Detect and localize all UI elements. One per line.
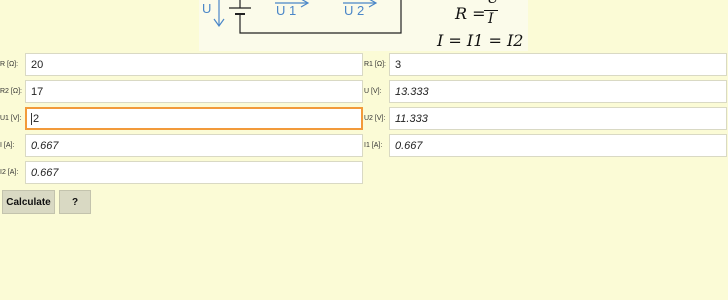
text-cursor [31,112,32,125]
help-button[interactable]: ? [59,190,91,214]
r-input[interactable]: 20 [25,53,363,76]
r1-label: R1 [Ω]: [364,61,386,68]
formula-r-lhs: R = [455,4,486,23]
voltage-u1-label: U 1 [276,3,296,18]
i2-label: I2 [A]: [0,169,19,176]
voltage-u2-label: U 2 [344,3,364,18]
r-value: 20 [31,58,44,71]
u2-value: 11.333 [395,112,428,125]
i1-value: 0.667 [395,139,423,152]
formula-numerator: U [487,0,499,7]
u1-input[interactable]: 2 [25,107,363,130]
i-value: 0.667 [31,139,59,152]
r1-value: 3 [395,58,402,71]
u2-label: U2 [V]: [364,115,386,122]
r2-value: 17 [31,85,44,98]
voltage-u-label: U [202,1,211,16]
i2-output[interactable]: 0.667 [25,161,363,184]
circuit-diagram: U U 1 U 2 R = U I I = I1 = I2 [199,0,528,51]
u1-label: U1 [V]: [0,115,22,122]
circuit-wire [239,0,402,34]
u-output[interactable]: 13.333 [389,80,727,103]
i1-output[interactable]: 0.667 [389,134,727,157]
i-label: I [A]: [0,142,15,149]
r1-input[interactable]: 3 [389,53,727,76]
u1-value: 2 [33,112,40,125]
i2-value: 0.667 [31,166,59,179]
r-label: R [Ω]: [0,61,19,68]
calculate-button[interactable]: Calculate [2,190,55,214]
u2-output[interactable]: 11.333 [389,107,727,130]
formula-denominator: I [488,11,494,27]
i-output[interactable]: 0.667 [25,134,363,157]
i1-label: I1 [A]: [364,142,383,149]
u-label: U [V]: [364,88,382,95]
r2-input[interactable]: 17 [25,80,363,103]
u-value: 13.333 [395,85,429,98]
formula-current: I = I1 = I2 [437,31,524,50]
r2-label: R2 [Ω]: [0,88,22,95]
